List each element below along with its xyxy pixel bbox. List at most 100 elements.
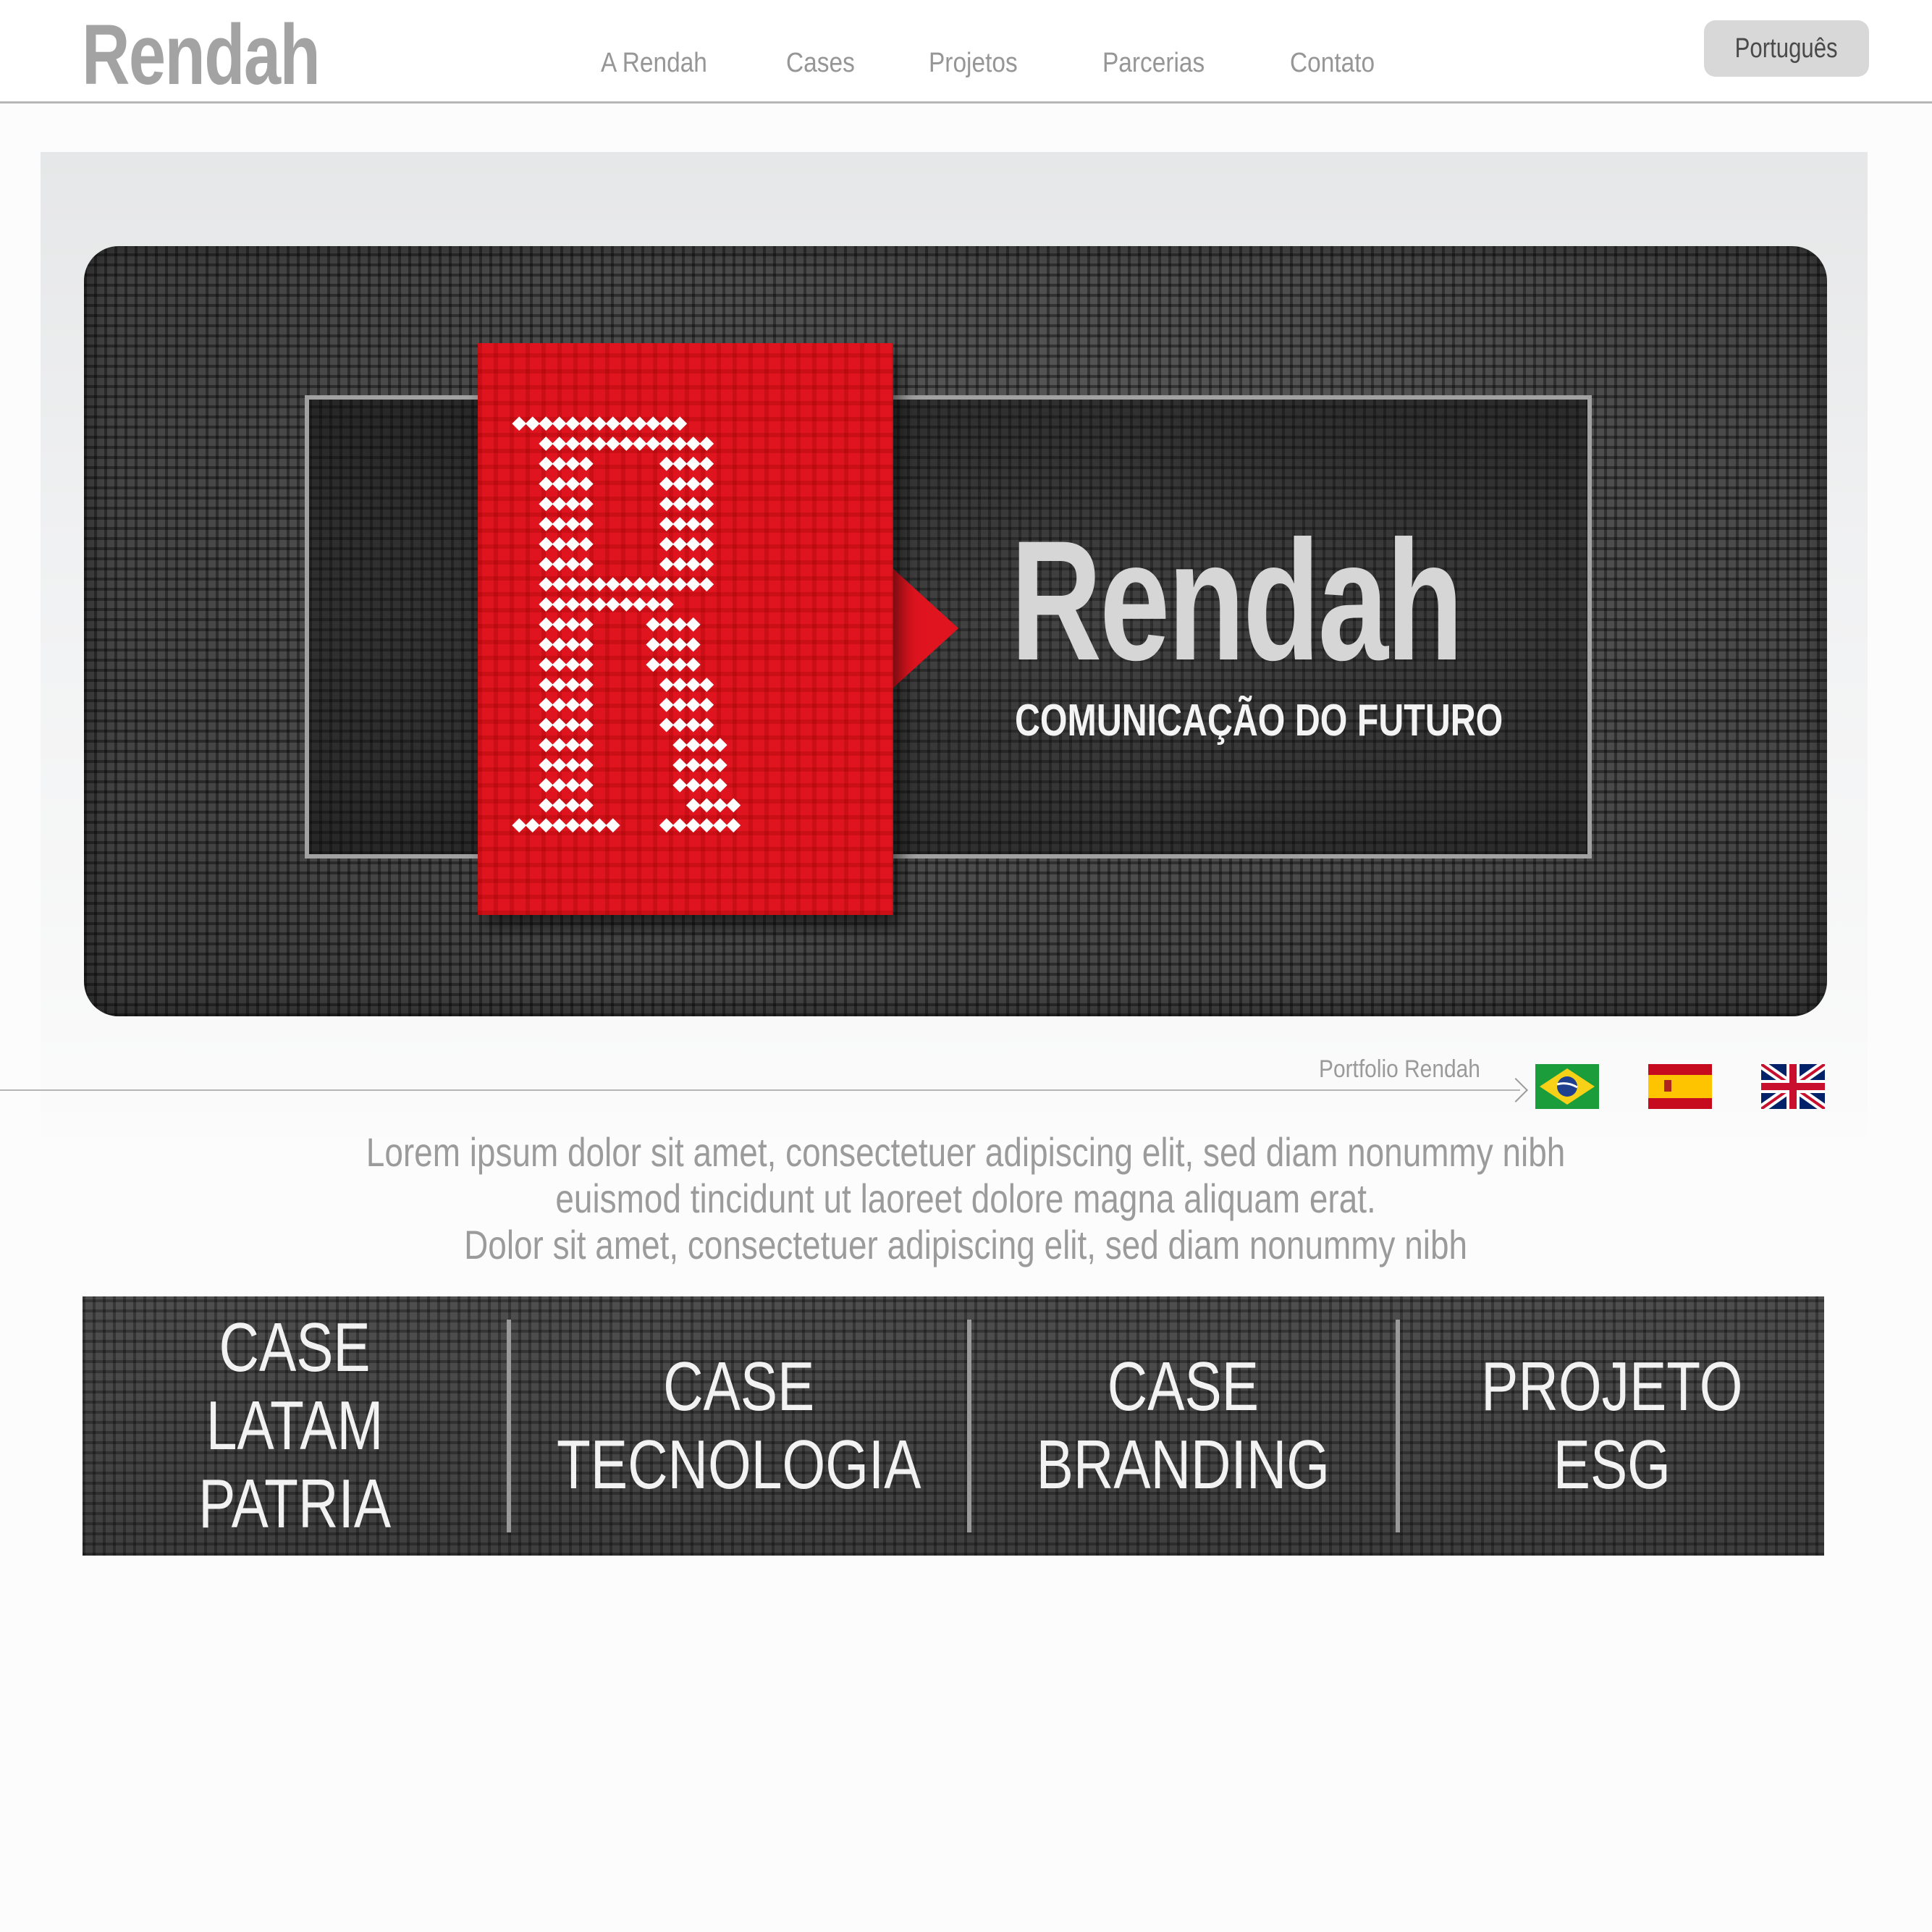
nav-item-projetos[interactable]: Projetos (929, 48, 1018, 79)
monogram-dot (712, 798, 727, 813)
projeto-esg[interactable]: PROJETO ESG (1400, 1296, 1824, 1556)
monogram-dot (552, 617, 567, 632)
monogram-dot (659, 657, 674, 672)
monogram-dot (686, 436, 701, 451)
monogram-dot (565, 717, 581, 733)
monogram-dot (539, 557, 554, 572)
monogram-dot (552, 818, 567, 833)
monogram-dot (686, 617, 701, 632)
monogram-dot (712, 758, 727, 772)
monogram-dot (565, 456, 581, 471)
language-selector-button[interactable]: Português (1704, 20, 1869, 77)
monogram-dot (565, 597, 581, 612)
monogram-dot (539, 577, 554, 592)
brazil-flag-icon[interactable] (1535, 1064, 1599, 1109)
monogram-dot (686, 476, 701, 492)
monogram-dot (699, 697, 714, 712)
monogram-dot (552, 476, 567, 492)
monogram-dot (672, 738, 688, 753)
monogram-dot (578, 416, 594, 431)
monogram-dot (686, 637, 701, 652)
monogram-dot (552, 777, 567, 793)
monogram-dot (672, 657, 688, 672)
nav-item-a-rendah[interactable]: A Rendah (601, 48, 707, 79)
monogram-dot (552, 577, 567, 592)
uk-flag-icon[interactable] (1761, 1064, 1825, 1109)
monogram-dot (659, 557, 674, 572)
monogram-dot (699, 456, 714, 471)
intro-line-2: euismod tincidunt ut laoreet dolore magn… (555, 1176, 1377, 1221)
monogram-dot (686, 497, 701, 512)
monogram-dot (525, 818, 540, 833)
monogram-dot (552, 738, 567, 753)
monogram-dot (672, 497, 688, 512)
monogram-dot (659, 436, 674, 451)
case-branding[interactable]: CASE BRANDING (971, 1296, 1396, 1556)
monogram-dot (539, 738, 554, 753)
monogram-dot (592, 818, 607, 833)
monogram-dot (578, 476, 594, 492)
monogram-dot (672, 617, 688, 632)
monogram-dot (699, 678, 714, 692)
monogram-dot (552, 697, 567, 712)
monogram-dot (539, 497, 554, 512)
monogram-dot (565, 818, 581, 833)
cases-bar: CASE LATAM PATRIA CASE TECNOLOGIA CASE B… (83, 1296, 1824, 1556)
monogram-dot (699, 536, 714, 552)
monogram-dot (578, 617, 594, 632)
monogram-dot (578, 577, 594, 592)
monogram-dot (632, 436, 647, 451)
monogram-dot (686, 717, 701, 733)
monogram-dot (659, 818, 674, 833)
monogram-dot (578, 758, 594, 772)
nav-item-cases[interactable]: Cases (786, 48, 855, 79)
monogram-dot (672, 456, 688, 471)
monogram-dot (565, 436, 581, 451)
monogram-dot (605, 436, 620, 451)
monogram-dot (726, 818, 741, 833)
monogram-dot (578, 497, 594, 512)
intro-text: Lorem ipsum dolor sit amet, consectetuer… (0, 1129, 1932, 1268)
monogram-dot (565, 777, 581, 793)
monogram-dot (699, 777, 714, 793)
monogram-dot (605, 818, 620, 833)
monogram-dot (672, 818, 688, 833)
monogram-dot (699, 738, 714, 753)
monogram-dot (539, 798, 554, 813)
monogram-dot (632, 577, 647, 592)
monogram-dot (578, 798, 594, 813)
monogram-dot (659, 678, 674, 692)
case-latam-patria[interactable]: CASE LATAM PATRIA (83, 1296, 507, 1556)
monogram-dot (552, 597, 567, 612)
monogram-dot (578, 456, 594, 471)
monogram-dot (552, 798, 567, 813)
monogram-dot (672, 697, 688, 712)
monogram-dot (672, 637, 688, 652)
monogram-dot (712, 777, 727, 793)
nav-item-contato[interactable]: Contato (1290, 48, 1375, 79)
monogram-dot (539, 597, 554, 612)
monogram-dot (686, 738, 701, 753)
monogram-dot (578, 637, 594, 652)
spain-flag-icon[interactable] (1648, 1064, 1712, 1109)
monogram-dot (632, 416, 647, 431)
monogram-dot (699, 717, 714, 733)
case-tecnologia[interactable]: CASE TECNOLOGIA (511, 1296, 966, 1556)
monogram-dot (659, 536, 674, 552)
monogram-dot (672, 416, 688, 431)
monogram-dot (578, 597, 594, 612)
case-label: CASE BRANDING (1037, 1348, 1330, 1503)
monogram-dot (659, 517, 674, 531)
monogram-dot (646, 597, 661, 612)
monogram-dot (565, 798, 581, 813)
monogram-dot (619, 416, 634, 431)
monogram-dot (578, 557, 594, 572)
monogram-dot (539, 777, 554, 793)
monogram-dot (552, 657, 567, 672)
nav-item-parcerias[interactable]: Parcerias (1102, 48, 1205, 79)
monogram-dot (672, 678, 688, 692)
monogram-dot (539, 697, 554, 712)
monogram-dot (552, 678, 567, 692)
portfolio-label[interactable]: Portfolio Rendah (1319, 1055, 1480, 1084)
site-logo[interactable]: Rendah (82, 6, 321, 104)
